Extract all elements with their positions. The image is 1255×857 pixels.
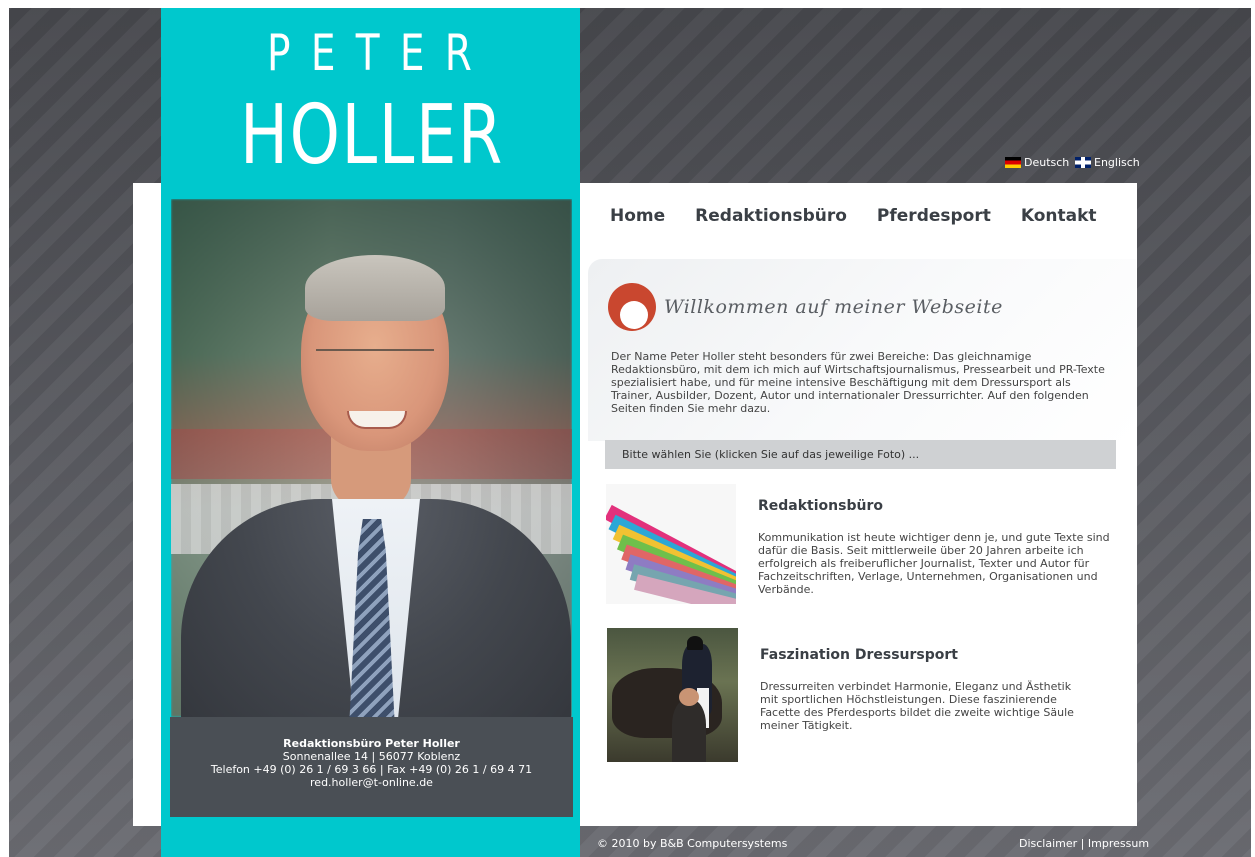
redaktionsbuero-thumbnail[interactable] bbox=[606, 484, 736, 604]
select-prompt-text: Bitte wählen Sie (klicken Sie auf das je… bbox=[622, 448, 920, 461]
nav-pferdesport[interactable]: Pferdesport bbox=[877, 206, 991, 226]
language-english-label: Englisch bbox=[1094, 156, 1140, 169]
section-title-dressursport[interactable]: Faszination Dressursport bbox=[760, 647, 958, 663]
language-german-label: Deutsch bbox=[1024, 156, 1070, 169]
contact-phone: Telefon +49 (0) 26 1 / 69 3 66 | Fax +49… bbox=[210, 763, 533, 776]
nav-home[interactable]: Home bbox=[610, 206, 665, 226]
contact-name: Redaktionsbüro Peter Holler bbox=[283, 737, 460, 750]
disclaimer-link[interactable]: Disclaimer bbox=[1019, 837, 1077, 850]
welcome-intro-text: Der Name Peter Holler steht besonders fü… bbox=[611, 350, 1105, 415]
logo-first-name: PETER bbox=[267, 24, 493, 82]
contact-email[interactable]: red.holler@t-online.de bbox=[170, 776, 573, 789]
impressum-link[interactable]: Impressum bbox=[1088, 837, 1149, 850]
main-nav: Home Redaktionsbüro Pferdesport Kontakt bbox=[610, 206, 1097, 226]
nav-kontakt[interactable]: Kontakt bbox=[1021, 206, 1097, 226]
language-german-link[interactable]: Deutsch bbox=[1005, 156, 1069, 169]
welcome-title: Willkommen auf meiner Webseite bbox=[664, 296, 1003, 318]
logo-last-name: HOLLER bbox=[240, 88, 504, 183]
section-title-redaktionsbuero[interactable]: Redaktionsbüro bbox=[758, 498, 883, 514]
contact-box: Redaktionsbüro Peter Holler Sonnenallee … bbox=[170, 717, 573, 817]
german-flag-icon bbox=[1005, 157, 1021, 168]
footer-copyright: © 2010 by B&B Computersystems bbox=[597, 837, 788, 850]
nav-redaktionsbuero[interactable]: Redaktionsbüro bbox=[695, 206, 847, 226]
uk-flag-icon bbox=[1075, 157, 1091, 168]
section-text-redaktionsbuero: Kommunikation ist heute wichtiger denn j… bbox=[758, 531, 1110, 596]
portrait-photo bbox=[171, 199, 572, 717]
language-english-link[interactable]: Englisch bbox=[1075, 156, 1140, 169]
page-frame-left bbox=[0, 0, 9, 857]
footer-links: Disclaimer | Impressum bbox=[1019, 837, 1149, 850]
page-frame-right bbox=[1251, 0, 1255, 857]
contact-address: Sonnenallee 14 | 56077 Koblenz bbox=[282, 750, 461, 763]
page-frame-top bbox=[0, 0, 1255, 8]
footer-separator: | bbox=[1080, 837, 1085, 850]
circle-logo-icon bbox=[608, 283, 656, 331]
select-prompt-bar: Bitte wählen Sie (klicken Sie auf das je… bbox=[605, 440, 1116, 469]
section-text-dressursport: Dressurreiten verbindet Harmonie, Elegan… bbox=[760, 680, 1074, 732]
dressursport-thumbnail[interactable] bbox=[607, 628, 738, 762]
